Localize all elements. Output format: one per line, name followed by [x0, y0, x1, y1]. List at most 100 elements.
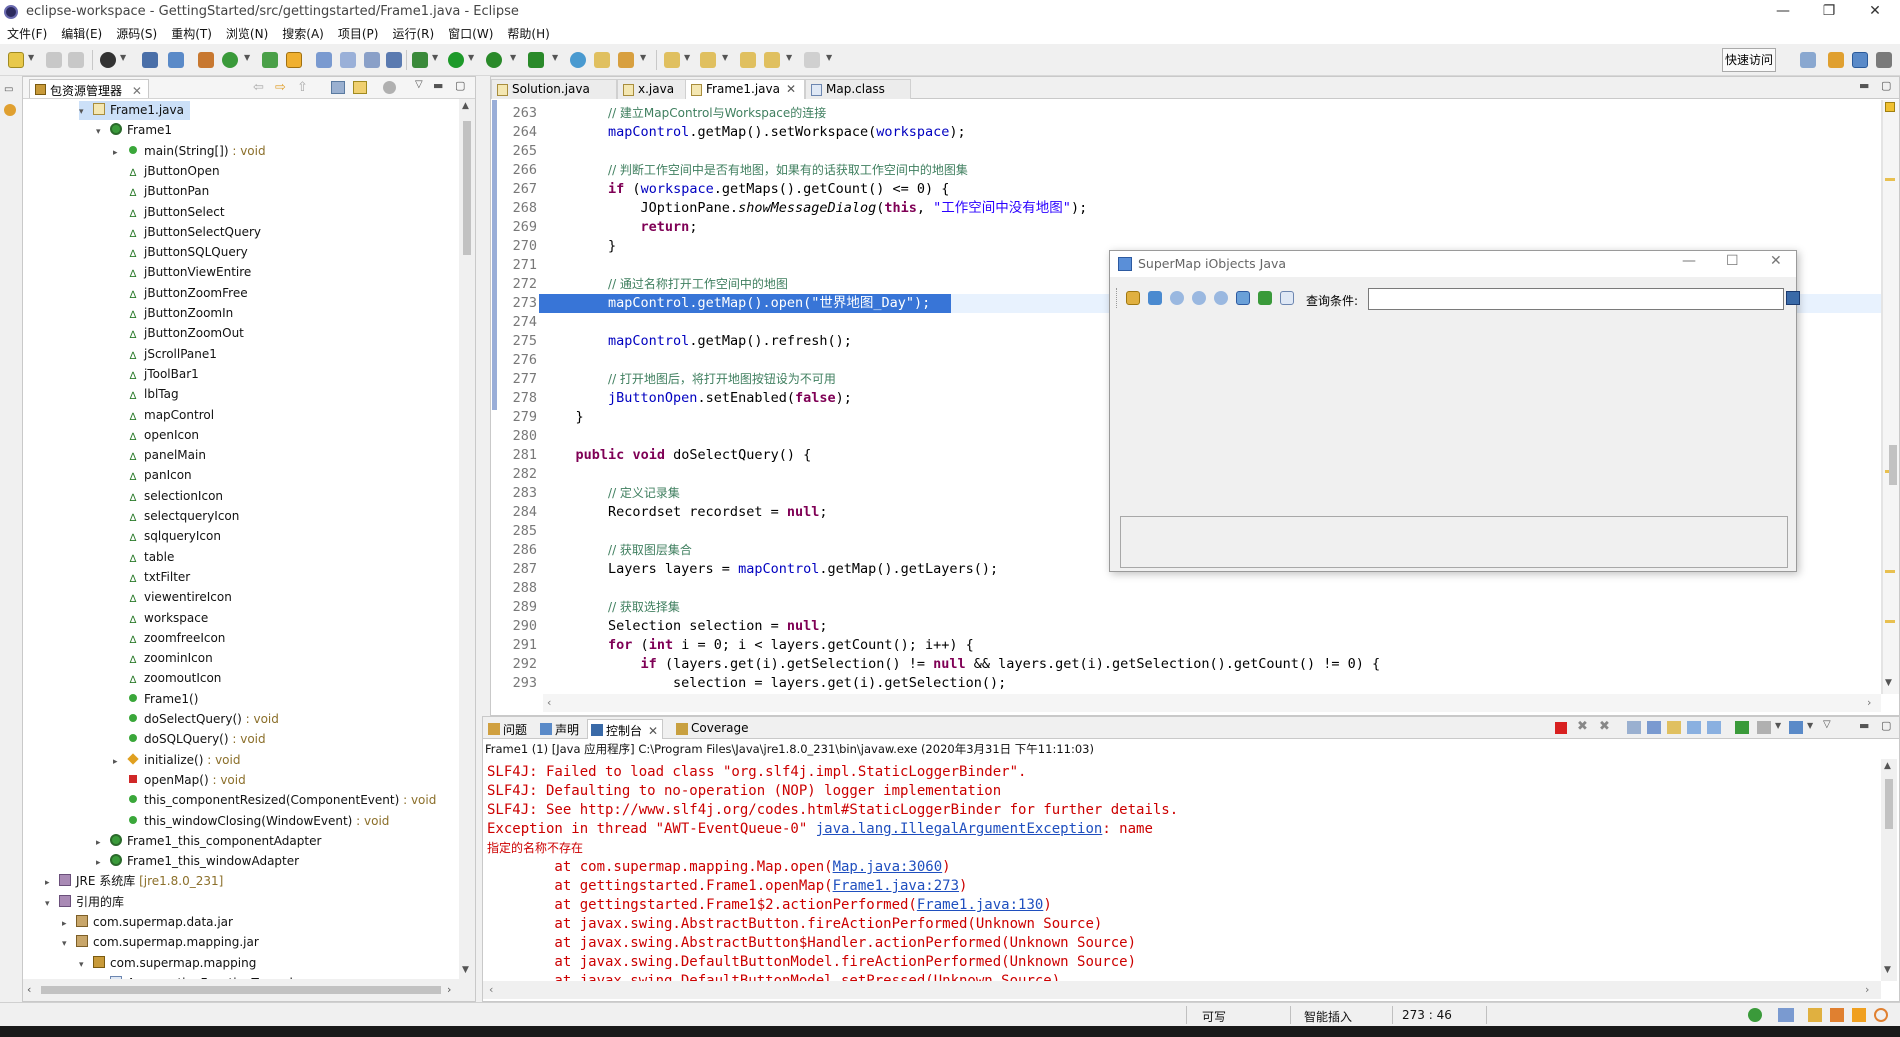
- console-maximize-icon[interactable]: ▢: [1881, 719, 1891, 732]
- tree-item[interactable]: ∆ lblTag: [113, 385, 179, 404]
- focus-active-task-icon[interactable]: [383, 81, 396, 94]
- console-line[interactable]: SLF4J: Defaulting to no-operation (NOP) …: [487, 782, 1867, 801]
- open-console-icon[interactable]: [1789, 721, 1803, 734]
- console-line[interactable]: SLF4J: Failed to load class "org.slf4j.i…: [487, 763, 1867, 782]
- console-minimize-icon[interactable]: ▬: [1859, 719, 1869, 732]
- tree-item[interactable]: ∆ viewentireIcon: [113, 588, 232, 607]
- external-tools-icon[interactable]: [528, 52, 544, 68]
- collapse-arrow-icon[interactable]: ▾: [79, 103, 93, 122]
- open-type-icon[interactable]: [594, 52, 610, 68]
- back-icon[interactable]: [764, 52, 780, 68]
- tree-item[interactable]: doSQLQuery() : void: [113, 730, 266, 749]
- back-nav-icon[interactable]: ⇦: [253, 80, 264, 95]
- menu-navigate[interactable]: 浏览(N): [219, 24, 275, 44]
- tree-item[interactable]: ∆ zoomoutIcon: [113, 669, 222, 688]
- console-line[interactable]: at com.supermap.mapping.Map.open(Map.jav…: [487, 858, 1867, 877]
- restore-button[interactable]: ❐: [1806, 0, 1852, 24]
- zoom-in-icon[interactable]: [1192, 291, 1206, 305]
- console-line[interactable]: 指定的名称不存在: [487, 839, 1867, 858]
- editor-scroll-thumb[interactable]: [1889, 445, 1897, 485]
- code-line[interactable]: return;: [543, 218, 1873, 237]
- code-line[interactable]: if (workspace.getMaps().getCount() <= 0)…: [543, 180, 1873, 199]
- console-line[interactable]: Exception in thread "AWT-EventQueue-0" j…: [487, 820, 1867, 839]
- open-map-icon[interactable]: [1126, 291, 1140, 305]
- explorer-horizontal-scrollbar[interactable]: ‹ ›: [23, 979, 475, 1001]
- terminal-icon[interactable]: [142, 52, 158, 68]
- tree-item[interactable]: ▸ com.supermap.data.jar: [62, 913, 233, 932]
- tab-solution-java[interactable]: Solution.java: [491, 79, 617, 99]
- next-annotation-icon[interactable]: [664, 52, 680, 68]
- editor-maximize-icon[interactable]: ▢: [1881, 79, 1891, 92]
- new-icon[interactable]: [8, 52, 24, 68]
- collapse-arrow-icon[interactable]: ▾: [45, 895, 59, 914]
- tree-item[interactable]: this_windowClosing(WindowEvent) : void: [113, 812, 389, 831]
- remove-launch-icon[interactable]: ✖: [1577, 719, 1588, 734]
- code-line[interactable]: if (layers.get(i).getSelection() != null…: [543, 655, 1873, 674]
- console-line[interactable]: at gettingstarted.Frame1.openMap(Frame1.…: [487, 877, 1867, 896]
- menu-window[interactable]: 窗口(W): [441, 24, 500, 44]
- tree-item[interactable]: ∆ jButtonSQLQuery: [113, 243, 248, 262]
- code-line[interactable]: selection = layers.get(i).getSelection()…: [543, 674, 1873, 693]
- tree-item[interactable]: ∆ jButtonZoomIn: [113, 304, 234, 323]
- console-line[interactable]: SLF4J: See http://www.slf4j.org/codes.ht…: [487, 801, 1867, 820]
- tree-item[interactable]: ∆ workspace: [113, 609, 209, 628]
- tree-item[interactable]: ∆ jToolBar1: [113, 365, 199, 384]
- collapse-arrow-icon[interactable]: ▾: [96, 123, 110, 142]
- quick-access-field[interactable]: 快速访问: [1722, 48, 1776, 72]
- tree-item[interactable]: ▸ Frame1_this_windowAdapter: [96, 852, 299, 871]
- save-icon[interactable]: [46, 52, 62, 68]
- link-with-editor-icon[interactable]: [353, 81, 367, 94]
- new-dropdown-icon[interactable]: ▼: [28, 53, 34, 62]
- explorer-scroll-thumb[interactable]: [463, 121, 471, 255]
- maximize-view-icon[interactable]: ▢: [455, 79, 465, 92]
- expand-arrow-icon[interactable]: ▸: [96, 834, 110, 853]
- open-perspective-icon[interactable]: [1800, 52, 1816, 68]
- tree-item[interactable]: ▸ main(String[]) : void: [113, 142, 266, 161]
- menu-edit[interactable]: 编辑(E): [54, 24, 109, 44]
- stacktrace-link[interactable]: Frame1.java:130: [917, 897, 1043, 913]
- tree-item[interactable]: ∆ zoominIcon: [113, 649, 213, 668]
- menu-source[interactable]: 源码(S): [109, 24, 164, 44]
- run-icon[interactable]: [448, 52, 464, 68]
- expand-arrow-icon[interactable]: ▸: [113, 144, 127, 163]
- menu-project[interactable]: 项目(P): [331, 24, 386, 44]
- tab-map-class[interactable]: Map.class: [805, 79, 911, 99]
- tree-item[interactable]: Frame1(): [113, 690, 198, 709]
- tree-item[interactable]: ∆ table: [113, 548, 175, 567]
- forward-icon[interactable]: [804, 52, 820, 68]
- editor-scroll-down-icon[interactable]: ▼: [1885, 678, 1892, 688]
- dialog-minimize-button[interactable]: —: [1682, 253, 1696, 269]
- debug-perspective-icon[interactable]: [1876, 52, 1892, 68]
- tree-item[interactable]: doSelectQuery() : void: [113, 710, 279, 729]
- format-icon[interactable]: [386, 52, 402, 68]
- tree-item[interactable]: ∆ jButtonOpen: [113, 162, 220, 181]
- console-line[interactable]: at javax.swing.AbstractButton$Handler.ac…: [487, 934, 1867, 953]
- close-view-icon[interactable]: ✕: [132, 84, 142, 98]
- tree-item[interactable]: ▸ JRE 系统库 [jre1.8.0_231]: [45, 872, 223, 891]
- query-condition-input[interactable]: [1368, 288, 1784, 310]
- map-control-area[interactable]: [1110, 317, 1796, 515]
- tree-item[interactable]: ∆ mapControl: [113, 406, 214, 425]
- tree-item[interactable]: ▾ com.supermap.mapping: [79, 954, 256, 973]
- package-explorer-tab[interactable]: 包资源管理器 ✕: [29, 79, 149, 98]
- close-console-icon[interactable]: ✕: [648, 724, 658, 738]
- skip-breakpoints-icon[interactable]: [168, 52, 184, 68]
- console-scroll-thumb[interactable]: [1885, 779, 1893, 829]
- select-query-icon[interactable]: [1280, 291, 1294, 305]
- tab-console[interactable]: 控制台 ✕: [587, 719, 664, 739]
- dialog-close-button[interactable]: ✕: [1770, 253, 1782, 269]
- java-perspective-icon[interactable]: [1852, 52, 1868, 68]
- occurrence-marker[interactable]: [1885, 570, 1895, 573]
- java-ee-perspective-icon[interactable]: [1828, 52, 1844, 68]
- console-line[interactable]: at gettingstarted.Frame1$2.actionPerform…: [487, 896, 1867, 915]
- tree-item[interactable]: ▾ Frame1: [96, 121, 172, 140]
- previous-annotation-icon[interactable]: [700, 52, 716, 68]
- update-icon[interactable]: [1748, 1008, 1762, 1022]
- tree-item[interactable]: ∆ zoomfreeIcon: [113, 629, 226, 648]
- console-line[interactable]: at javax.swing.DefaultButtonModel.fireAc…: [487, 953, 1867, 972]
- terminate-icon[interactable]: [1555, 722, 1567, 734]
- tree-item[interactable]: ∆ jScrollPane1: [113, 345, 217, 364]
- code-line[interactable]: [543, 142, 1873, 161]
- show-whitespace-icon[interactable]: [364, 52, 380, 68]
- clear-console-icon[interactable]: [1627, 721, 1641, 734]
